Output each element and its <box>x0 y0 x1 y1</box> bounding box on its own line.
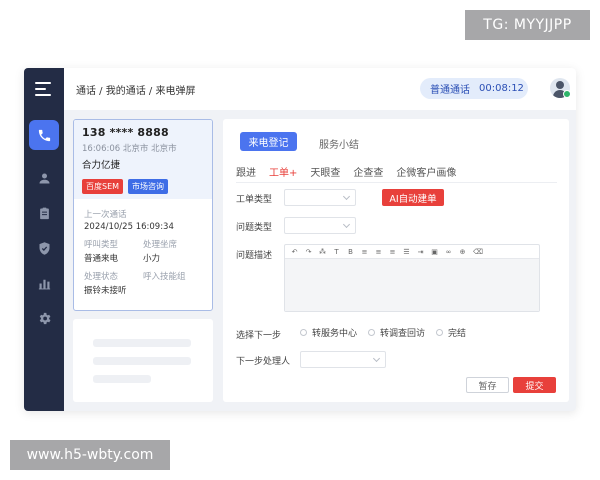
call-type-label: 普通通话 <box>430 85 470 96</box>
placeholder-card <box>73 319 213 402</box>
align-right-icon[interactable]: ≡ <box>389 248 396 256</box>
main-panel: 来电登记 服务小结 跟进 工单+ 天眼查 企查查 企微客户画像 工单类型 AI自… <box>223 119 569 402</box>
next-handler-label: 下一步处理人 <box>236 357 291 367</box>
sidebar-item-shield[interactable] <box>29 233 59 263</box>
ticket-type-label: 工单类型 <box>236 195 273 205</box>
call-timer: 00:08:12 <box>479 83 524 94</box>
issue-desc-editor[interactable]: ↶ ↷ ⁂ T B ≡ ≡ ≡ ☰ ⇥ ▣ ∞ ⊕ ⌫ <box>284 244 540 312</box>
next-step-radios: 转服务中心 转调查回访 完结 <box>300 326 477 339</box>
caller-card[interactable]: 138 **** 8888 16:06:06 北京市 北京市 合力亿捷 百度SE… <box>73 119 213 311</box>
list-icon[interactable]: ☰ <box>403 248 410 256</box>
subtabs: 跟进 工单+ 天眼查 企查查 企微客户画像 <box>236 164 469 183</box>
subtab-follow-up[interactable]: 跟进 <box>236 164 256 183</box>
call-type-field-value: 普通来电 <box>84 254 119 264</box>
app-window: 通话 / 我的通话 / 来电弹屏 普通通话 00:08:12 138 **** … <box>24 68 576 411</box>
submit-button[interactable]: 提交 <box>513 377 556 393</box>
call-type-field-label: 呼叫类型 <box>84 240 119 250</box>
sidebar-item-clipboard[interactable] <box>29 198 59 228</box>
subtab-qichacha[interactable]: 企查查 <box>353 164 383 183</box>
tab-call-register[interactable]: 来电登记 <box>240 132 297 151</box>
editor-toolbar: ↶ ↷ ⁂ T B ≡ ≡ ≡ ☰ ⇥ ▣ ∞ ⊕ ⌫ <box>285 245 539 259</box>
sidebar-item-stats[interactable] <box>29 268 59 298</box>
caller-location: 北京市 北京市 <box>122 144 177 154</box>
agent-value: 小力 <box>143 254 161 264</box>
skeleton-line <box>93 357 191 365</box>
text-icon[interactable]: T <box>333 248 340 256</box>
divider <box>236 182 557 183</box>
bold-icon[interactable]: B <box>347 248 354 256</box>
align-left-icon[interactable]: ≡ <box>361 248 368 256</box>
radio-complete[interactable]: 完结 <box>436 326 466 339</box>
sidebar-item-phone[interactable] <box>29 120 59 150</box>
undo-icon[interactable]: ↶ <box>291 248 298 256</box>
status-label: 处理状态 <box>84 272 119 282</box>
image-icon[interactable]: ▣ <box>431 248 438 256</box>
last-call-value: 2024/10/25 16:09:34 <box>84 222 174 232</box>
issue-desc-label: 问题描述 <box>236 251 273 261</box>
align-center-icon[interactable]: ≡ <box>375 248 382 256</box>
delete-icon[interactable]: ⌫ <box>473 248 483 256</box>
breadcrumb: 通话 / 我的通话 / 来电弹屏 <box>76 86 196 97</box>
next-step-label: 选择下一步 <box>236 331 282 341</box>
caller-phone: 138 **** 8888 <box>82 126 169 139</box>
call-status-pill: 普通通话 00:08:12 <box>420 78 528 99</box>
link-icon[interactable]: ∞ <box>445 248 452 256</box>
watermark-bottom: www.h5-wbty.com <box>10 440 170 470</box>
sidebar-item-settings[interactable] <box>29 303 59 333</box>
subtab-wecom-profile[interactable]: 企微客户画像 <box>396 164 456 183</box>
ai-create-ticket-button[interactable]: AI自动建单 <box>382 189 444 206</box>
agent-label: 处理坐席 <box>143 240 178 250</box>
tag-source: 百度SEM <box>82 179 124 194</box>
bar-chart-icon <box>38 279 50 289</box>
skeleton-line <box>93 339 191 347</box>
issue-type-select[interactable] <box>284 217 356 234</box>
ticket-type-select[interactable] <box>284 189 356 206</box>
skeleton-line <box>93 375 151 383</box>
radio-service-center[interactable]: 转服务中心 <box>300 326 357 339</box>
online-status-dot <box>563 90 571 98</box>
caller-company: 合力亿捷 <box>82 160 121 171</box>
gear-icon <box>39 312 50 324</box>
shield-icon <box>39 241 49 255</box>
topbar: 通话 / 我的通话 / 来电弹屏 普通通话 00:08:12 <box>64 68 576 110</box>
last-call-label: 上一次通话 <box>84 210 127 220</box>
subtab-ticket[interactable]: 工单+ <box>269 164 298 183</box>
issue-type-label: 问题类型 <box>236 223 273 233</box>
tag-category: 市场咨询 <box>128 179 169 194</box>
format-icon[interactable]: ⁂ <box>319 248 326 256</box>
redo-icon[interactable]: ↷ <box>305 248 312 256</box>
save-draft-button[interactable]: 暂存 <box>466 377 509 393</box>
editor-body[interactable] <box>285 259 539 311</box>
phone-icon <box>38 129 50 141</box>
indent-icon[interactable]: ⇥ <box>417 248 424 256</box>
call-time: 16:06:06 <box>82 144 121 154</box>
subtab-tianyancha[interactable]: 天眼查 <box>310 164 340 183</box>
tab-service-summary[interactable]: 服务小结 <box>319 136 359 151</box>
sidebar <box>24 68 64 411</box>
watermark-top: TG: MYYJJPP <box>465 10 590 40</box>
next-handler-select[interactable] <box>300 351 386 368</box>
status-value: 振铃未接听 <box>84 286 127 296</box>
user-icon <box>39 173 49 183</box>
zoom-icon[interactable]: ⊕ <box>459 248 466 256</box>
sidebar-item-user[interactable] <box>29 163 59 193</box>
menu-icon[interactable] <box>35 82 51 96</box>
skill-group-label: 呼入技能组 <box>143 272 186 282</box>
radio-survey-callback[interactable]: 转调查回访 <box>368 326 425 339</box>
clipboard-icon <box>39 207 49 219</box>
caller-meta: 16:06:06 北京市 北京市 <box>82 142 204 154</box>
